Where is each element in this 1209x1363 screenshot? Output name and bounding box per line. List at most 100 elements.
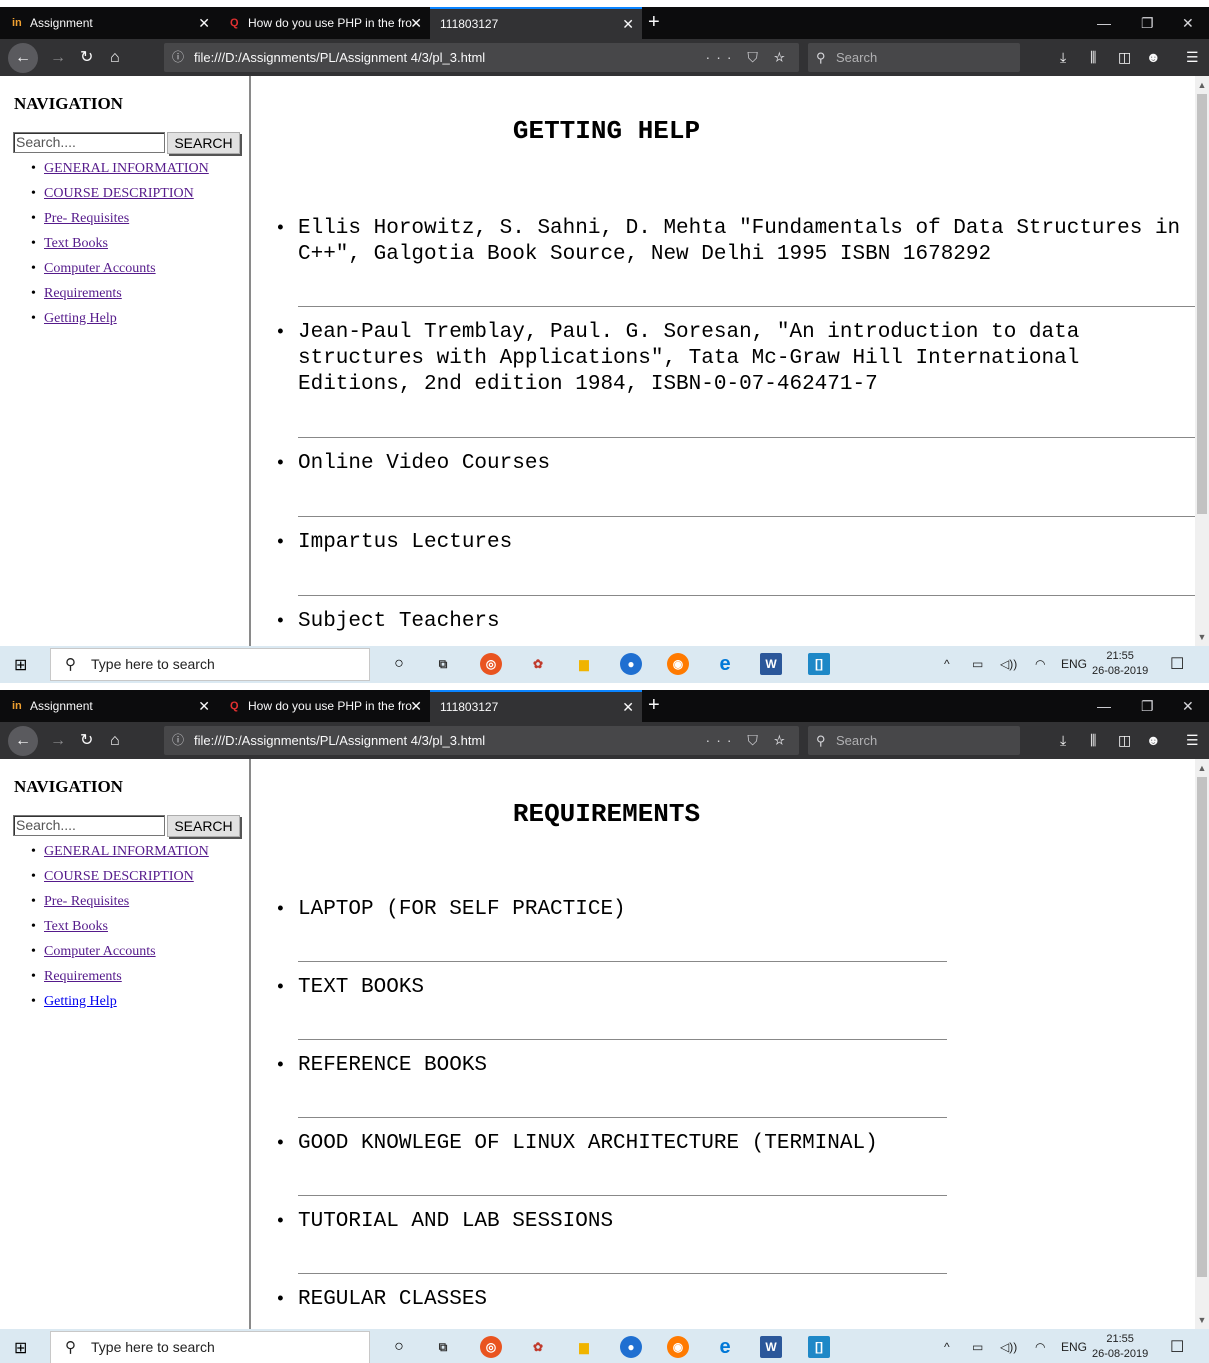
taskbar-search-input[interactable]: ⚲ Type here to search (50, 1331, 370, 1363)
wifi-icon[interactable]: ◠ (1035, 646, 1045, 683)
nav-link[interactable]: Pre- Requisites (44, 211, 129, 226)
page-actions-icon[interactable]: ··· ⛉ ☆ (706, 43, 791, 72)
close-icon[interactable]: ✕ (198, 690, 210, 722)
info-icon[interactable]: ⓘ (172, 43, 184, 72)
nav-link[interactable]: Requirements (44, 286, 122, 301)
nav-link[interactable]: Requirements (44, 969, 122, 984)
tab-php[interactable]: Q How do you use PHP in the fro ✕ (218, 7, 430, 39)
new-tab-button[interactable]: + (648, 7, 660, 37)
url-bar[interactable]: ⓘ file:///D:/Assignments/PL/Assignment 4… (164, 43, 799, 72)
new-tab-button[interactable]: + (648, 690, 660, 720)
home-icon[interactable]: ⌂ (110, 39, 120, 76)
wifi-icon[interactable]: ◠ (1035, 1329, 1045, 1363)
task-view-icon[interactable]: ⧉ (432, 1336, 454, 1358)
tab-active[interactable]: 111803127 ✕ (430, 7, 642, 39)
close-window-icon[interactable]: ✕ (1182, 7, 1194, 39)
brackets-icon[interactable]: [] (808, 1336, 830, 1358)
scrollbar[interactable]: ▲ ▼ (1195, 759, 1209, 1329)
close-window-icon[interactable]: ✕ (1182, 690, 1194, 722)
nav-link[interactable]: Text Books (44, 919, 108, 934)
scrollbar-thumb[interactable] (1197, 94, 1207, 514)
app-icon[interactable]: ✿ (527, 1336, 549, 1358)
nav-link[interactable]: GENERAL INFORMATION (44, 161, 209, 176)
search-button[interactable]: SEARCH (167, 815, 240, 837)
download-icon[interactable]: ⤓ (1060, 39, 1066, 76)
windows-start-icon[interactable]: ⊞ (14, 655, 27, 675)
language-indicator[interactable]: ENG (1061, 646, 1087, 683)
clock[interactable]: 21:55 26-08-2019 (1092, 649, 1148, 679)
tab-assignment[interactable]: in Assignment ✕ (0, 690, 218, 722)
tab-active[interactable]: 111803127 ✕ (430, 690, 642, 722)
menu-icon[interactable]: ☰ (1186, 722, 1199, 759)
account-icon[interactable]: ☻ (1146, 39, 1161, 76)
sidebar-icon[interactable]: ◫ (1118, 39, 1131, 76)
nav-link[interactable]: GENERAL INFORMATION (44, 844, 209, 859)
firefox-icon[interactable]: ◉ (667, 1336, 689, 1358)
tray-chevron-icon[interactable]: ^ (944, 646, 950, 683)
close-icon[interactable]: ✕ (410, 690, 422, 722)
minimize-icon[interactable]: — (1097, 690, 1111, 722)
word-icon[interactable]: W (760, 1336, 782, 1358)
back-arrow-icon[interactable]: ← (8, 726, 38, 756)
volume-icon[interactable]: ◁)) (1000, 1329, 1017, 1363)
battery-icon[interactable]: ▭ (972, 1329, 983, 1363)
close-icon[interactable]: ✕ (410, 7, 422, 39)
menu-icon[interactable]: ☰ (1186, 39, 1199, 76)
scroll-up-icon[interactable]: ▲ (1195, 80, 1209, 90)
home-icon[interactable]: ⌂ (110, 722, 120, 759)
file-explorer-icon[interactable]: ▆ (573, 1336, 595, 1358)
file-explorer-icon[interactable]: ▆ (573, 653, 595, 675)
cortana-icon[interactable]: ○ (388, 653, 410, 675)
notification-icon[interactable]: ☐ (1170, 1337, 1184, 1357)
task-view-icon[interactable]: ⧉ (432, 653, 454, 675)
ubuntu-icon[interactable]: ◎ (480, 653, 502, 675)
app-icon[interactable]: ✿ (527, 653, 549, 675)
reload-icon[interactable]: ↻ (80, 39, 93, 76)
tab-assignment[interactable]: in Assignment ✕ (0, 7, 218, 39)
close-icon[interactable]: ✕ (622, 692, 634, 722)
language-indicator[interactable]: ENG (1061, 1329, 1087, 1363)
volume-icon[interactable]: ◁)) (1000, 646, 1017, 683)
restore-icon[interactable]: ❐ (1141, 690, 1154, 722)
tab-php[interactable]: Q How do you use PHP in the fro ✕ (218, 690, 430, 722)
notification-icon[interactable]: ☐ (1170, 654, 1184, 674)
edge-icon[interactable]: e (714, 1336, 736, 1358)
edge-icon[interactable]: e (714, 653, 736, 675)
browser-icon[interactable]: ● (620, 1336, 642, 1358)
scroll-down-icon[interactable]: ▼ (1195, 1315, 1209, 1325)
search-button[interactable]: SEARCH (167, 132, 240, 154)
nav-link[interactable]: COURSE DESCRIPTION (44, 869, 194, 884)
browser-icon[interactable]: ● (620, 653, 642, 675)
browser-search-input[interactable]: ⚲ Search (808, 726, 1020, 755)
forward-arrow-icon[interactable]: → (50, 39, 66, 76)
library-icon[interactable]: ⫼ (1090, 722, 1096, 759)
forward-arrow-icon[interactable]: → (50, 722, 66, 759)
sidebar-icon[interactable]: ◫ (1118, 722, 1131, 759)
info-icon[interactable]: ⓘ (172, 726, 184, 755)
nav-link[interactable]: Getting Help (44, 994, 117, 1009)
library-icon[interactable]: ⫼ (1090, 39, 1096, 76)
battery-icon[interactable]: ▭ (972, 646, 983, 683)
close-icon[interactable]: ✕ (198, 7, 210, 39)
back-arrow-icon[interactable]: ← (8, 43, 38, 73)
clock[interactable]: 21:55 26-08-2019 (1092, 1332, 1148, 1362)
search-input[interactable]: Search.... (13, 815, 165, 836)
nav-link[interactable]: Computer Accounts (44, 944, 156, 959)
close-icon[interactable]: ✕ (622, 9, 634, 39)
scroll-down-icon[interactable]: ▼ (1195, 632, 1209, 642)
cortana-icon[interactable]: ○ (388, 1336, 410, 1358)
scrollbar-thumb[interactable] (1197, 777, 1207, 1277)
nav-link[interactable]: Computer Accounts (44, 261, 156, 276)
nav-link[interactable]: Getting Help (44, 311, 117, 326)
restore-icon[interactable]: ❐ (1141, 7, 1154, 39)
url-bar[interactable]: ⓘ file:///D:/Assignments/PL/Assignment 4… (164, 726, 799, 755)
account-icon[interactable]: ☻ (1146, 722, 1161, 759)
nav-link[interactable]: Pre- Requisites (44, 894, 129, 909)
tray-chevron-icon[interactable]: ^ (944, 1329, 950, 1363)
scrollbar[interactable]: ▲ ▼ (1195, 76, 1209, 646)
minimize-icon[interactable]: — (1097, 7, 1111, 39)
windows-start-icon[interactable]: ⊞ (14, 1338, 27, 1358)
nav-link[interactable]: COURSE DESCRIPTION (44, 186, 194, 201)
brackets-icon[interactable]: [] (808, 653, 830, 675)
scroll-up-icon[interactable]: ▲ (1195, 763, 1209, 773)
